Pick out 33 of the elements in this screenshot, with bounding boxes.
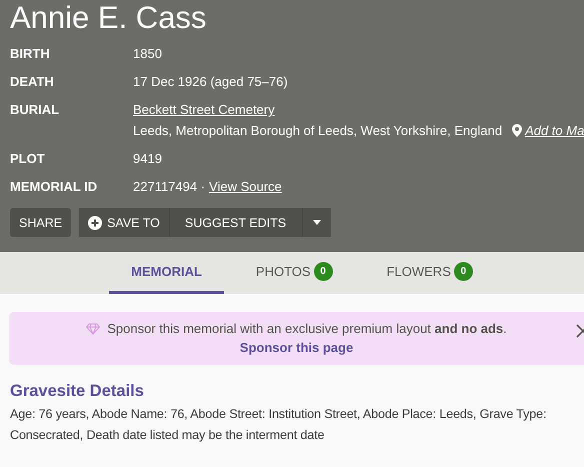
diamond-icon [86, 322, 100, 334]
tab[interactable]: MEMORIAL [109, 252, 224, 294]
fact-value: 1850 [133, 45, 162, 63]
count-badge: 0 [314, 262, 333, 281]
fact-label: PLOT [10, 150, 46, 168]
fact-label: MEMORIAL ID [10, 178, 98, 196]
fact-link[interactable]: Beckett Street Cemetery [133, 99, 275, 120]
fact-value: 17 Dec 1926 (aged 75–76) [133, 73, 288, 91]
gravesite-text: Age: 76 years, Abode Name: 76, Abode Street: Institution Street, Abode Place: Leeds, Grave Type: Consecrated, Death date listed may be the interment date [10, 406, 548, 444]
tab-label: FLOWERS [386, 264, 451, 279]
fact-value: 227117494 · [133, 178, 206, 196]
fact-label: BURIAL [10, 101, 60, 119]
fact-value: 9419 [133, 150, 162, 168]
map-pin-icon [512, 124, 522, 137]
count-badge: 0 [454, 262, 473, 281]
section-heading: Gravesite Details [10, 381, 145, 401]
fact-label: BIRTH [10, 45, 51, 63]
fact-label: DEATH [10, 73, 55, 91]
tab[interactable]: PHOTOS 0 [234, 252, 355, 294]
sponsor-message: Sponsor this memorial with an exclusive premium layout and no ads. [107, 321, 507, 336]
close-icon[interactable] [576, 324, 584, 338]
fact-link[interactable]: View Source [209, 176, 282, 197]
save-to-button[interactable]: SAVE TO [79, 208, 170, 237]
plus-icon [88, 216, 102, 230]
share-button[interactable]: SHARE [10, 208, 72, 237]
add-to-map-link[interactable]: Add to Ma [525, 120, 584, 141]
sponsor-link[interactable]: Sponsor this page [240, 340, 354, 355]
caret-icon [313, 220, 322, 225]
burial-location: Leeds, Metropolitan Borough of Leeds, West Yorkshire, England [133, 122, 502, 140]
person-name: Annie E. Cass [10, 0, 208, 36]
tab-label: MEMORIAL [131, 264, 202, 279]
tab-label: PHOTOS [256, 264, 311, 279]
tab[interactable]: FLOWERS 0 [364, 252, 495, 294]
